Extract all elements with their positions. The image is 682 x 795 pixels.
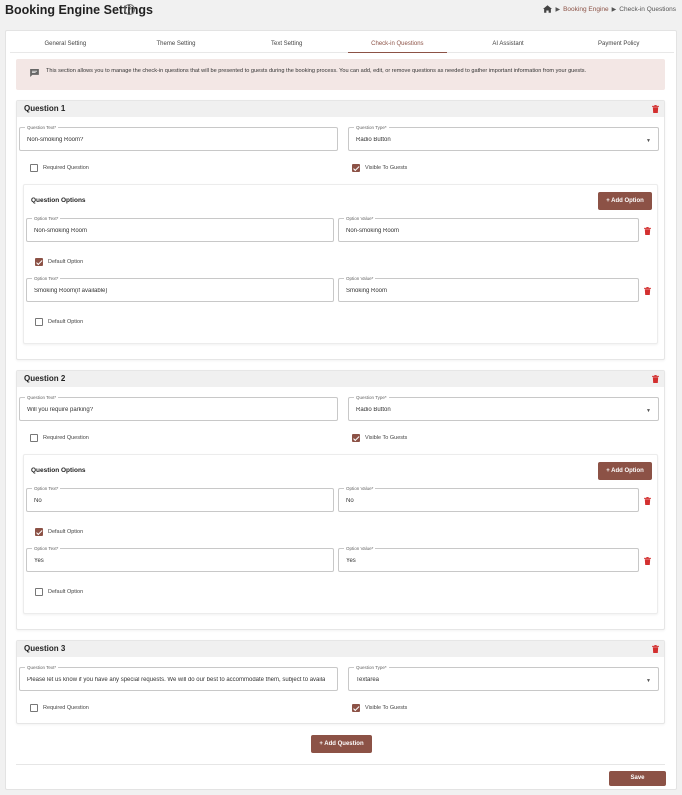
options-title: Question Options — [31, 197, 86, 204]
default-option-checkbox[interactable]: Default Option — [35, 588, 83, 596]
required-question-checkbox[interactable]: Required Question — [30, 434, 89, 442]
question-type-select[interactable]: Question Type* Radio Button ▼ — [348, 125, 659, 151]
add-question-button[interactable]: + Add Question — [311, 735, 372, 753]
question-text-input[interactable]: Question Text* Will you require parking? — [19, 395, 338, 421]
default-option-checkbox[interactable]: Default Option — [35, 528, 83, 536]
default-option-checkbox[interactable]: Default Option — [35, 258, 83, 266]
question-title: Question 3 — [24, 644, 66, 653]
question-circle-icon[interactable]: ? — [124, 4, 135, 15]
trash-icon[interactable] — [652, 375, 659, 383]
trash-icon[interactable] — [652, 645, 659, 653]
breadcrumb-current: Check-in Questions — [619, 5, 676, 13]
caret-down-icon: ▼ — [646, 138, 651, 144]
message-icon — [30, 69, 39, 77]
question-title: Question 2 — [24, 374, 66, 383]
divider — [16, 764, 665, 765]
trash-icon[interactable] — [644, 287, 651, 295]
trash-icon[interactable] — [652, 105, 659, 113]
trash-icon[interactable] — [644, 557, 651, 565]
option-value-input[interactable]: Option Value* Non-smoking Room — [338, 216, 639, 242]
options-title: Question Options — [31, 467, 86, 474]
option-value-input[interactable]: Option Value* Smoking Room — [338, 276, 639, 302]
question-title: Question 1 — [24, 104, 66, 113]
tab-check-in-questions[interactable]: Check-in Questions — [342, 35, 453, 53]
caret-down-icon: ▼ — [646, 678, 651, 684]
tab-text-setting[interactable]: Text Setting — [231, 35, 342, 52]
visible-to-guests-checkbox[interactable]: Visible To Guests — [352, 434, 407, 442]
default-option-checkbox[interactable]: Default Option — [35, 318, 83, 326]
question-card: Question 1 Question Text* Non-smoking Ro… — [16, 100, 665, 360]
option-text-input[interactable]: Option Text* Non-smoking Room — [26, 216, 334, 242]
tab-payment-policy[interactable]: Payment Policy — [563, 35, 674, 52]
breadcrumb-link[interactable]: Booking Engine — [563, 6, 609, 13]
option-text-input[interactable]: Option Text* No — [26, 486, 334, 512]
required-question-checkbox[interactable]: Required Question — [30, 164, 89, 172]
option-text-input[interactable]: Option Text* Yes — [26, 546, 334, 572]
option-value-input[interactable]: Option Value* No — [338, 486, 639, 512]
option-value-input[interactable]: Option Value* Yes — [338, 546, 639, 572]
home-icon[interactable] — [543, 5, 553, 13]
tab-bar: General Setting Theme Setting Text Setti… — [10, 35, 674, 53]
question-header: Question 1 — [17, 101, 664, 117]
question-type-select[interactable]: Question Type* Textarea ▼ — [348, 665, 659, 691]
settings-card: General Setting Theme Setting Text Setti… — [5, 30, 677, 790]
question-text-input[interactable]: Question Text* Please let us know if you… — [19, 665, 338, 691]
question-header: Question 2 — [17, 371, 664, 387]
option-text-input[interactable]: Option Text* Smoking Room(if available) — [26, 276, 334, 302]
question-options-box: Question Options + Add Option Option Tex… — [23, 454, 658, 614]
save-button[interactable]: Save — [609, 771, 666, 786]
chevron-right-icon: ▶ — [611, 6, 617, 13]
visible-to-guests-checkbox[interactable]: Visible To Guests — [352, 704, 407, 712]
add-option-button[interactable]: + Add Option — [598, 192, 652, 210]
info-text: This section allows you to manage the ch… — [46, 68, 587, 74]
add-option-button[interactable]: + Add Option — [598, 462, 652, 480]
caret-down-icon: ▼ — [646, 408, 651, 414]
question-options-box: Question Options + Add Option Option Tex… — [23, 184, 658, 344]
question-text-input[interactable]: Question Text* Non-smoking Room? — [19, 125, 338, 151]
info-banner: This section allows you to manage the ch… — [16, 59, 665, 90]
breadcrumb: ▶ Booking Engine ▶ Check-in Questions — [543, 5, 676, 13]
trash-icon[interactable] — [644, 497, 651, 505]
required-question-checkbox[interactable]: Required Question — [30, 704, 89, 712]
tab-general-setting[interactable]: General Setting — [10, 35, 121, 52]
visible-to-guests-checkbox[interactable]: Visible To Guests — [352, 164, 407, 172]
question-type-select[interactable]: Question Type* Radio Button ▼ — [348, 395, 659, 421]
question-card: Question 3 Question Text* Please let us … — [16, 640, 665, 724]
chevron-right-icon: ▶ — [555, 6, 561, 13]
question-header: Question 3 — [17, 641, 664, 657]
page-header: Booking Engine Settings ? ▶ Booking Engi… — [0, 0, 682, 24]
question-card: Question 2 Question Text* Will you requi… — [16, 370, 665, 630]
tab-theme-setting[interactable]: Theme Setting — [121, 35, 232, 52]
trash-icon[interactable] — [644, 227, 651, 235]
tab-ai-assistant[interactable]: AI Assistant — [453, 35, 564, 52]
